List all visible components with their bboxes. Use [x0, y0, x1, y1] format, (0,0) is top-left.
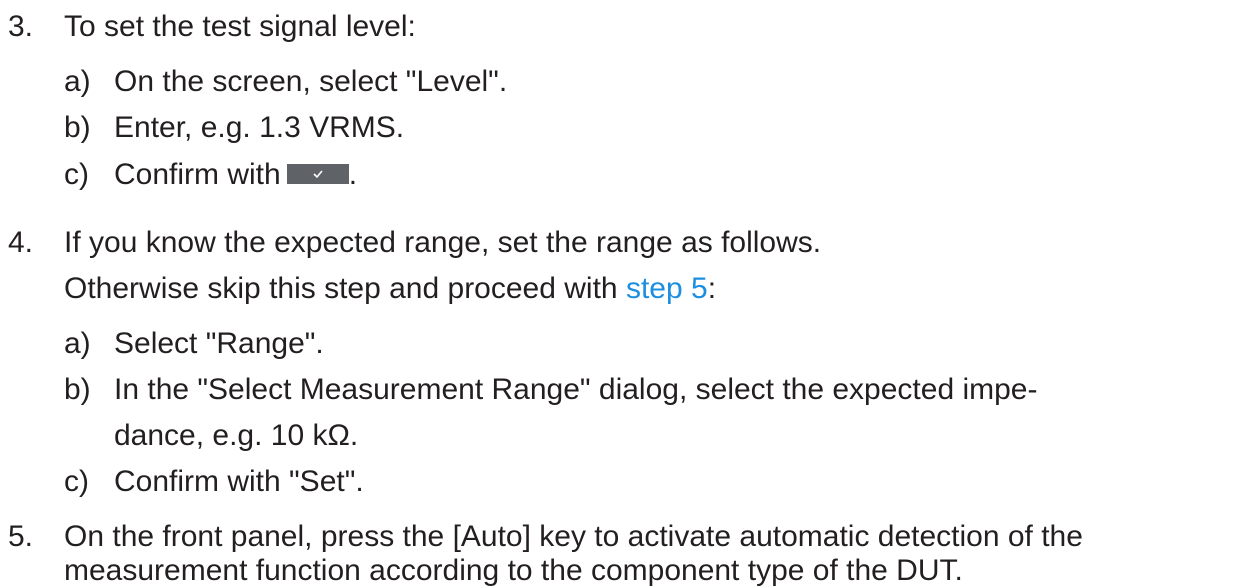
substep-3c-text-before: Confirm with — [114, 158, 281, 191]
step-5-text: On the front panel, press the [Auto] key… — [64, 520, 1083, 553]
substep-4b-text-line2: dance, e.g. 10 kΩ. — [114, 419, 359, 452]
step-5-link[interactable]: step 5 — [626, 272, 708, 305]
step-3-number: 3. — [8, 10, 34, 43]
substep-4a-label: a) — [64, 327, 91, 360]
substep-3b-text: Enter, e.g. 1.3 VRMS. — [114, 111, 405, 144]
checkmark-icon — [313, 170, 323, 179]
confirm-key-button[interactable] — [286, 164, 349, 185]
substep-4c-label: c) — [64, 465, 89, 498]
step-5-text-line2: measurement function according to the co… — [64, 554, 963, 587]
substep-4b-label: b) — [64, 373, 91, 406]
substep-4c-text: Confirm with "Set". — [114, 465, 364, 498]
substep-3c-text-after: . — [348, 158, 358, 191]
step-4-text-line2-before: Otherwise skip this step and proceed wit… — [64, 272, 618, 305]
step-4-text-line2: Otherwise skip this step and proceed wit… — [64, 272, 716, 306]
substep-4b-text: In the "Select Measurement Range" dialog… — [114, 373, 1038, 406]
substep-3c-text: Confirm with. — [114, 158, 357, 192]
substep-3a-label: a) — [64, 65, 91, 98]
substep-3a-text: On the screen, select "Level". — [114, 65, 508, 98]
substep-3c-label: c) — [64, 158, 89, 191]
step-5-number: 5. — [8, 520, 34, 553]
step-4-text: If you know the expected range, set the … — [64, 226, 822, 259]
step-4-text-line2-after: : — [707, 272, 717, 305]
step-4-number: 4. — [8, 226, 34, 259]
substep-3b-label: b) — [64, 111, 91, 144]
substep-4a-text: Select "Range". — [114, 327, 324, 360]
step-3-text: To set the test signal level: — [64, 10, 416, 43]
